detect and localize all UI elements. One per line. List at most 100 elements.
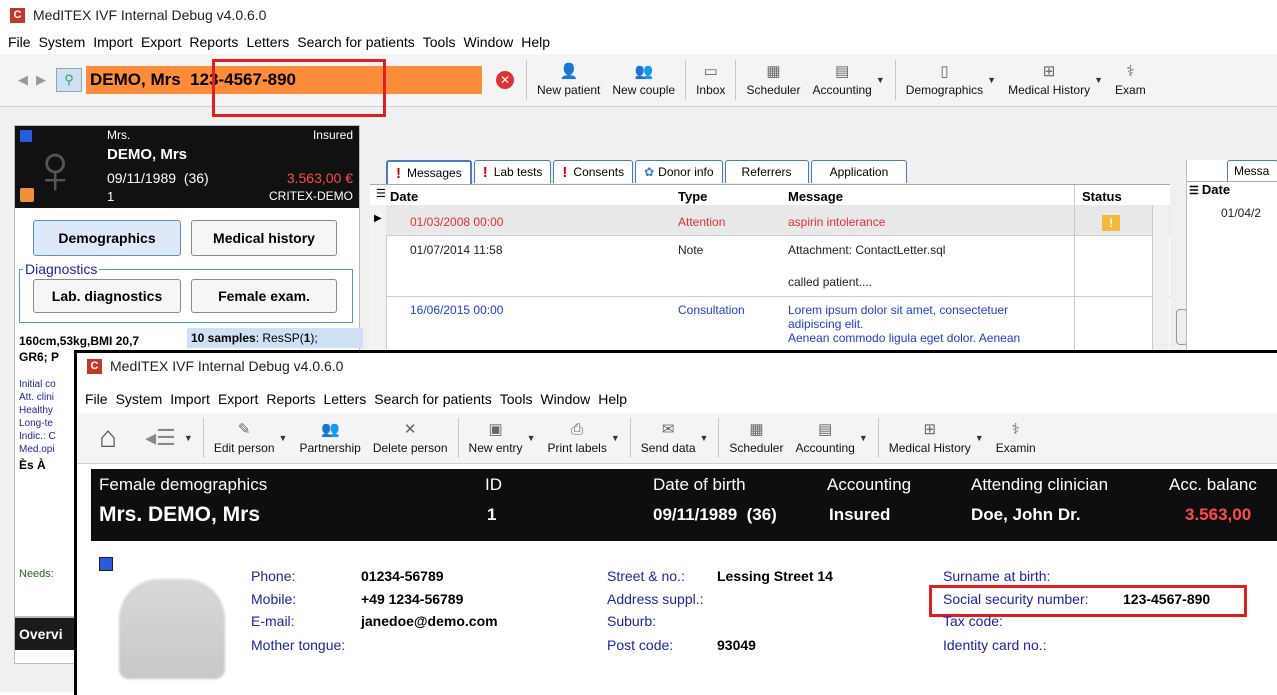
- print-labels-button[interactable]: ⎙ Print labels: [541, 421, 612, 455]
- partnership-button[interactable]: 👥 Partnership: [293, 421, 366, 455]
- demographics-button[interactable]: Demographics: [33, 220, 181, 256]
- grid-scrollbar[interactable]: [1152, 205, 1169, 351]
- menu-tools[interactable]: Tools: [423, 34, 456, 50]
- vitals-height-weight: 160cm,53kg,: [19, 334, 91, 348]
- tab-consents[interactable]: ! Consents: [553, 160, 634, 183]
- send-data-dropdown-icon[interactable]: ▼: [700, 433, 709, 443]
- menu-help[interactable]: Help: [598, 391, 627, 407]
- accounting-button[interactable]: ▤ Accounting: [806, 63, 877, 97]
- menu-letters[interactable]: Letters: [323, 391, 366, 407]
- accounting-dropdown-icon[interactable]: ▼: [859, 433, 868, 443]
- table-row[interactable]: [386, 236, 1170, 297]
- menu-help[interactable]: Help: [521, 34, 550, 50]
- messages-tabs: ! Messages ! Lab tests ! Consents ✿ Donor in…: [386, 160, 909, 184]
- inbox-button[interactable]: ▭ Inbox: [690, 63, 731, 97]
- medical-history-toolbar-button[interactable]: ⊞ Medical History: [1002, 63, 1096, 97]
- patient-search-icon[interactable]: ⚲: [56, 68, 82, 92]
- right-panel: Messa ☰ Date 01/04/2: [1186, 160, 1277, 350]
- demographics-section-title: Female demographics: [99, 475, 268, 494]
- accounting-button[interactable]: ▤ Accounting: [789, 421, 860, 455]
- header-dob-value: 09/11/1989 (36): [653, 505, 777, 525]
- female-exam-button[interactable]: Female exam.: [191, 279, 337, 313]
- send-data-icon: ✉: [661, 421, 675, 438]
- menu-reports[interactable]: Reports: [266, 391, 315, 407]
- menu-file[interactable]: File: [85, 391, 108, 407]
- accounting-dropdown-icon[interactable]: ▼: [876, 75, 885, 85]
- menu-system[interactable]: System: [39, 34, 86, 50]
- tab-donor-info-label: Donor info: [658, 165, 714, 179]
- menu-export[interactable]: Export: [218, 391, 258, 407]
- new-entry-button[interactable]: ▣ New entry: [463, 421, 529, 455]
- menu-file[interactable]: File: [8, 34, 31, 50]
- overview-label: Overvi: [15, 618, 75, 650]
- delete-person-button[interactable]: ✕ Delete person: [367, 421, 454, 455]
- printer-icon: ⎙: [571, 421, 584, 438]
- back-menubar: File System Import Export Reports Letter…: [0, 30, 1277, 54]
- tab-lab-tests[interactable]: ! Lab tests: [473, 160, 552, 183]
- medical-history-button[interactable]: Medical history: [191, 220, 337, 256]
- new-entry-dropdown-icon[interactable]: ▼: [527, 433, 536, 443]
- inbox-icon: ▭: [703, 63, 718, 80]
- side-line-2: Att. clini: [19, 392, 55, 403]
- lab-diagnostics-button[interactable]: Lab. diagnostics: [33, 279, 181, 313]
- col-message[interactable]: Message: [788, 189, 843, 204]
- row1-type: Attention: [678, 215, 726, 229]
- nav-forward-icon[interactable]: ▶: [36, 72, 46, 88]
- header-accounting-value: Insured: [829, 505, 891, 524]
- col-status[interactable]: Status: [1082, 189, 1122, 204]
- menu-letters[interactable]: Letters: [246, 34, 289, 50]
- clear-search-icon[interactable]: ✕: [496, 71, 514, 89]
- row3-date: 16/06/2015 00:00: [410, 303, 504, 317]
- menu-window[interactable]: Window: [463, 34, 513, 50]
- tab-messages[interactable]: ! Messages: [386, 160, 472, 184]
- accounting-icon: ▤: [818, 421, 833, 438]
- table-row[interactable]: [386, 205, 1170, 236]
- menu-window[interactable]: Window: [540, 391, 590, 407]
- home-icon[interactable]: ⌂: [99, 421, 117, 455]
- examination-toolbar-button[interactable]: ⚕ Examin: [990, 421, 1042, 455]
- print-labels-dropdown-icon[interactable]: ▼: [611, 433, 620, 443]
- es-a-text: Ès À: [19, 458, 46, 472]
- new-couple-button[interactable]: 👥 New couple: [606, 63, 681, 97]
- edit-person-dropdown-icon[interactable]: ▼: [279, 433, 288, 443]
- email-value[interactable]: janedoe@demo.com: [361, 613, 498, 629]
- partnership-label: Partnership: [299, 441, 361, 455]
- medical-history-dropdown-icon[interactable]: ▼: [975, 433, 984, 443]
- header-balance-label: Acc. balanc: [1169, 475, 1257, 494]
- tab-donor-info[interactable]: ✿ Donor info: [635, 160, 723, 183]
- grid-header-icon: ☰: [376, 188, 386, 200]
- medical-history-toolbar-button[interactable]: ⊞ Medical History: [883, 421, 977, 455]
- card-settings-icon[interactable]: [20, 188, 34, 202]
- collapse-menu-icon[interactable]: ◂☰: [145, 425, 176, 451]
- right-panel-tab[interactable]: Messa: [1227, 160, 1277, 181]
- nav-back-icon[interactable]: ◀: [18, 72, 28, 88]
- menu-import[interactable]: Import: [170, 391, 210, 407]
- edit-person-button[interactable]: ✎ Edit person: [208, 421, 281, 455]
- tab-application[interactable]: Application: [810, 160, 908, 183]
- col-type[interactable]: Type: [678, 189, 707, 204]
- demographics-toolbar-button[interactable]: ▯ Demographics: [900, 63, 989, 97]
- menu-tools[interactable]: Tools: [500, 391, 533, 407]
- menu-search-patients[interactable]: Search for patients: [374, 391, 492, 407]
- tab-referrers[interactable]: Referrers: [724, 160, 809, 183]
- new-patient-button[interactable]: 👤 New patient: [531, 63, 606, 97]
- menu-reports[interactable]: Reports: [189, 34, 238, 50]
- medical-history-dropdown-icon[interactable]: ▼: [1094, 75, 1103, 85]
- demographics-dropdown-icon[interactable]: ▼: [987, 75, 996, 85]
- send-data-label: Send data: [640, 441, 696, 455]
- vitals-bmi: BMI 20,7: [90, 334, 140, 348]
- menu-system[interactable]: System: [116, 391, 163, 407]
- front-window-title: MedITEX IVF Internal Debug v4.0.6.0: [110, 358, 344, 374]
- col-date[interactable]: Date: [390, 189, 418, 204]
- menu-search-patients[interactable]: Search for patients: [297, 34, 415, 50]
- scheduler-button[interactable]: ▦ Scheduler: [740, 63, 806, 97]
- collapse-dropdown-icon[interactable]: ▼: [184, 433, 193, 443]
- mobile-label: Mobile:: [251, 591, 297, 607]
- menu-export[interactable]: Export: [141, 34, 181, 50]
- exam-toolbar-button[interactable]: ⚕ Exam: [1109, 63, 1152, 97]
- scheduler-button[interactable]: ▦ Scheduler: [723, 421, 789, 455]
- side-line-4: Long-te: [19, 418, 53, 429]
- send-data-button[interactable]: ✉ Send data: [635, 421, 702, 455]
- right-panel-header: ☰ Date: [1187, 181, 1277, 200]
- menu-import[interactable]: Import: [93, 34, 133, 50]
